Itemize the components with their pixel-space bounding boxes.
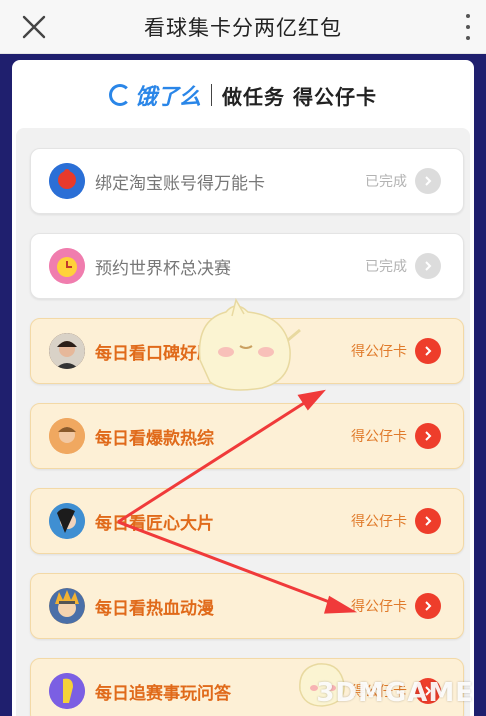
task-label: 每日看匠心大片 [95,513,214,534]
task-label: 每日追赛事玩问答 [95,683,231,704]
task-status: 得公仔卡 [351,344,407,360]
task-panel: 饿了么 做任务 得公仔卡 绑定淘宝账号得万能卡 已完成 预约世界杯总决赛 已完成 [12,60,474,716]
chevron-right-icon[interactable] [415,593,441,619]
chevron-right-icon[interactable] [415,338,441,364]
taobao-icon [49,163,85,199]
page-title: 看球集卡分两亿红包 [144,15,342,40]
eleme-logo: 饿了么 [109,79,201,111]
title-bar: 看球集卡分两亿红包 [0,0,486,54]
chevron-right-icon[interactable] [415,423,441,449]
avatar-sports-icon [49,673,85,709]
task-label: 绑定淘宝账号得万能卡 [95,173,265,194]
task-list: 绑定淘宝账号得万能卡 已完成 预约世界杯总决赛 已完成 每日看口碑好剧 得公仔卡 [16,128,470,716]
chevron-right-icon[interactable] [415,253,441,279]
task-label: 每日看爆款热综 [95,428,214,449]
task-status: 得公仔卡 [351,429,407,445]
more-menu-icon[interactable] [464,14,472,40]
task-label: 每日看口碑好剧 [95,343,214,364]
avatar-variety-icon [49,418,85,454]
task-label: 预约世界杯总决赛 [95,258,231,279]
task-status: 已完成 [365,174,407,190]
chevron-right-icon[interactable] [415,168,441,194]
task-status: 已完成 [365,259,407,275]
task-item-variety[interactable]: 每日看爆款热综 得公仔卡 [30,403,464,469]
task-status: 得公仔卡 [351,514,407,530]
chevron-right-icon[interactable] [415,508,441,534]
task-item-drama[interactable]: 每日看口碑好剧 得公仔卡 [30,318,464,384]
task-label: 每日看热血动漫 [95,598,214,619]
alarm-clock-icon [49,248,85,284]
task-item-worldcup[interactable]: 预约世界杯总决赛 已完成 [30,233,464,299]
brand-header: 饿了么 做任务 得公仔卡 [12,74,474,116]
avatar-movie-icon [49,503,85,539]
task-item-anime[interactable]: 每日看热血动漫 得公仔卡 [30,573,464,639]
task-item-bind-taobao[interactable]: 绑定淘宝账号得万能卡 已完成 [30,148,464,214]
brand-tagline: 做任务 得公仔卡 [222,84,377,109]
divider [211,84,213,106]
eleme-logo-icon [109,84,131,106]
avatar-actor-icon [49,333,85,369]
watermark: 3DMGAME [316,678,474,708]
brand-name: 饿了么 [135,85,202,110]
avatar-anime-icon [49,588,85,624]
close-icon[interactable] [20,13,48,41]
task-status: 得公仔卡 [351,599,407,615]
task-item-movie[interactable]: 每日看匠心大片 得公仔卡 [30,488,464,554]
